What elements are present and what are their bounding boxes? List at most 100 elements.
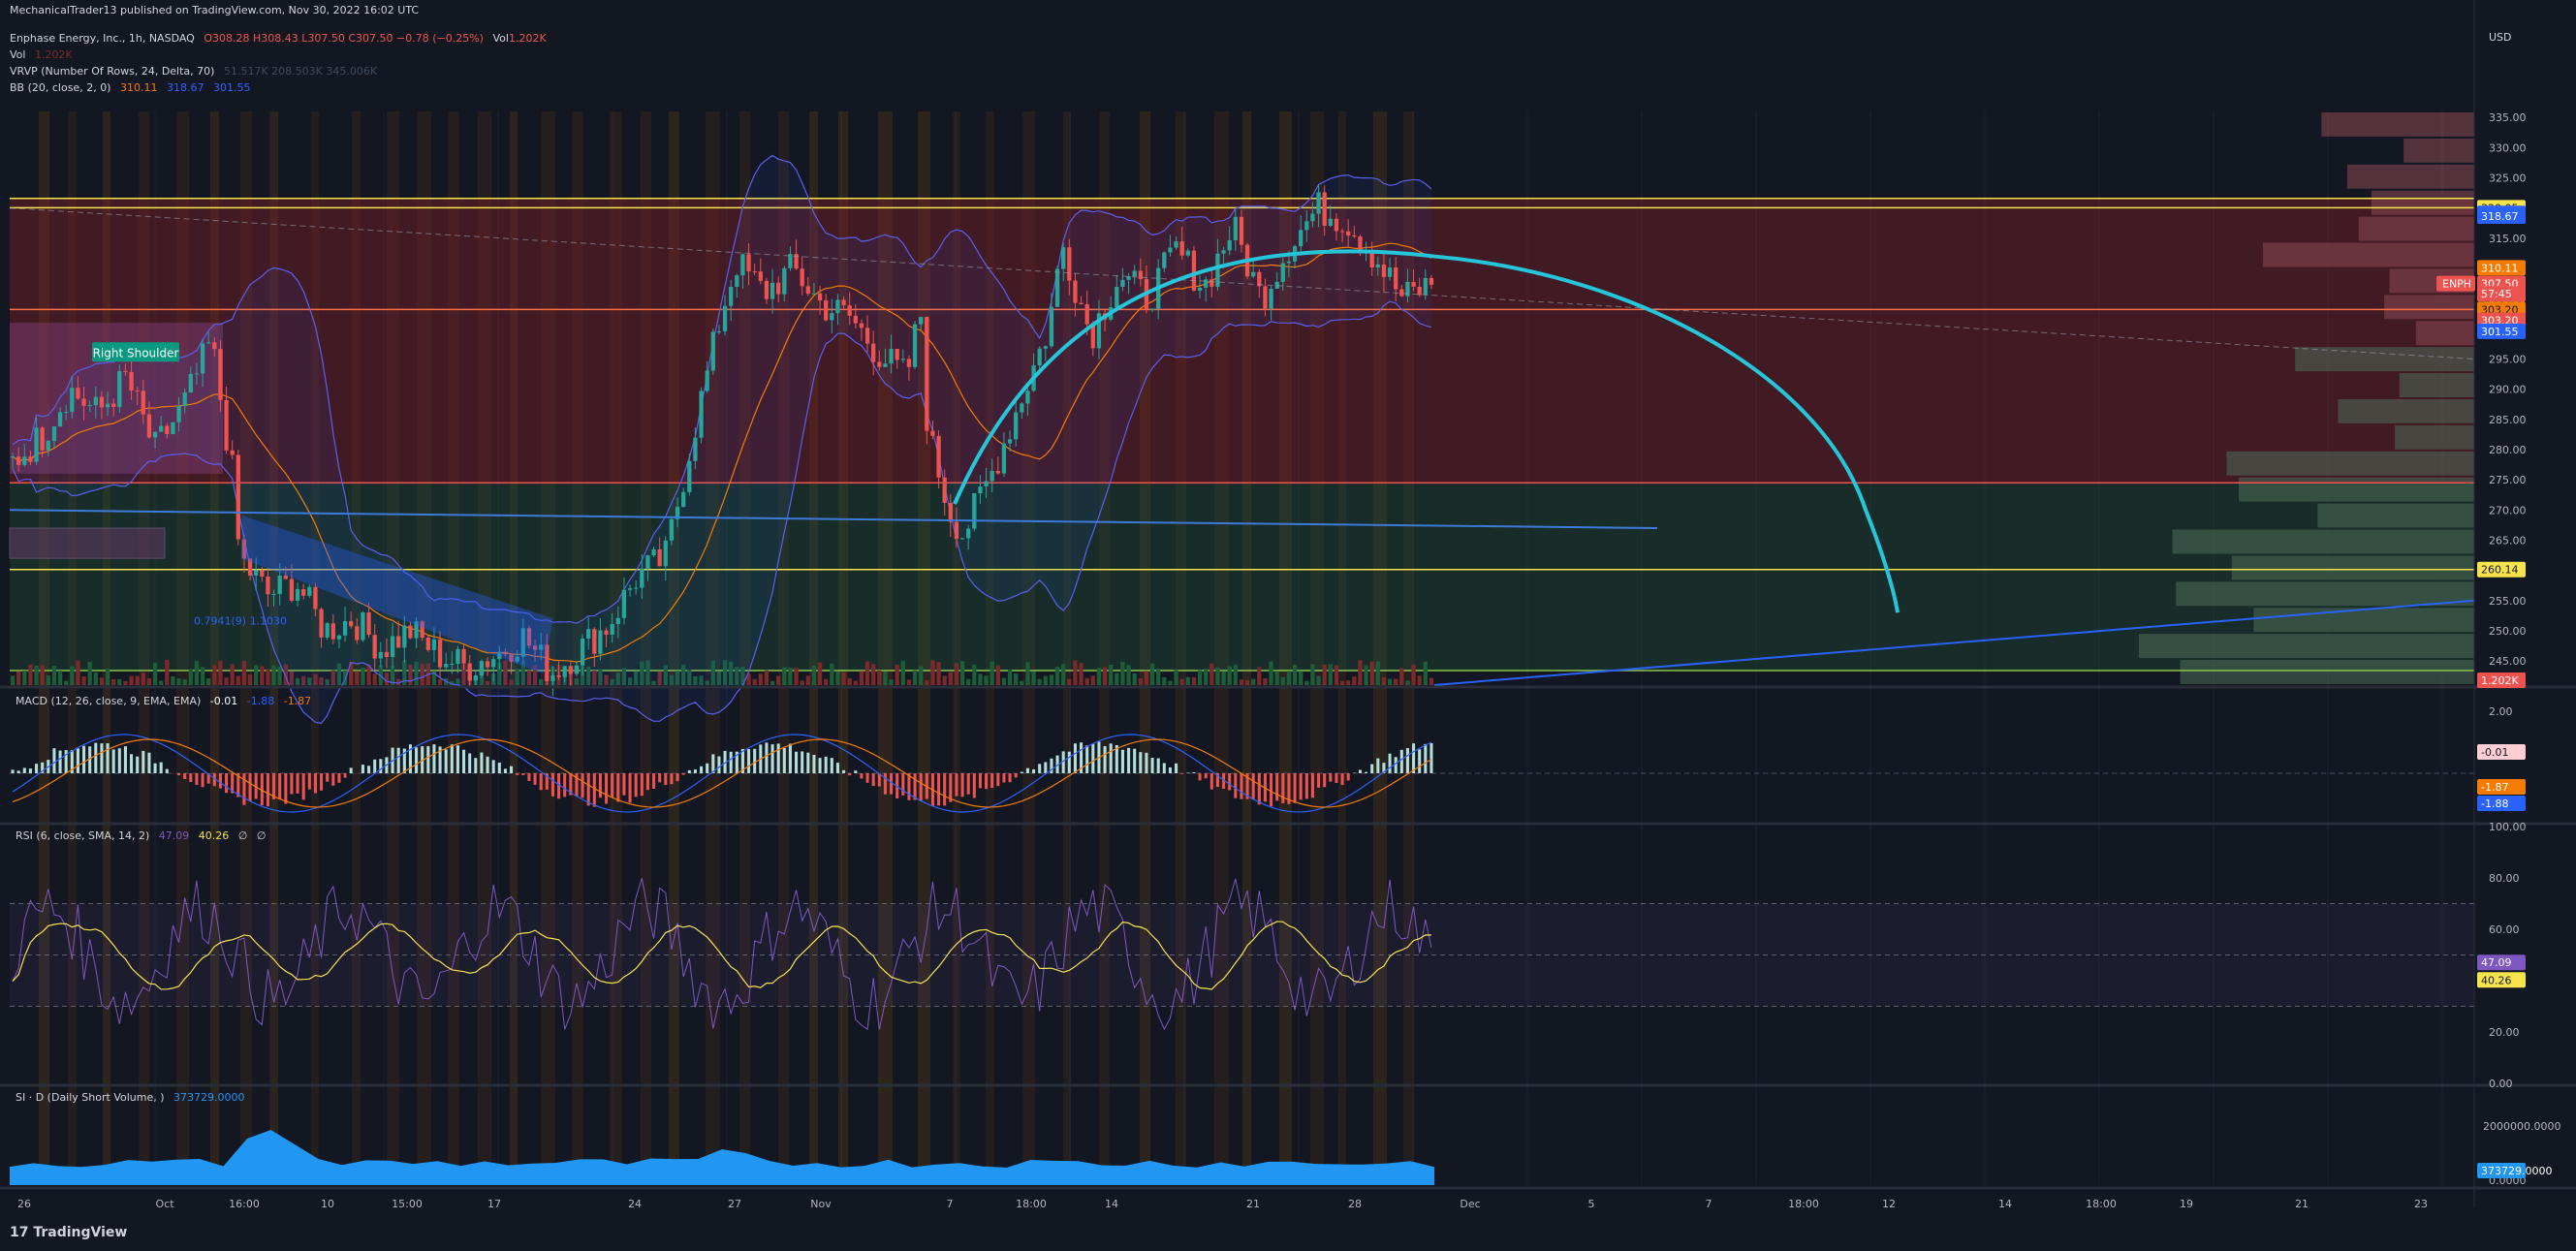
price-label-text: 318.67 [2481,210,2519,223]
candle-body [271,594,276,596]
macd-legend[interactable]: MACD (12, 26, close, 9, EMA, EMA) -0.01 … [16,695,311,707]
volume-bar [200,667,205,685]
volume-bar [1369,661,1374,685]
candle-body [1423,277,1428,296]
candle-body [372,635,377,659]
volume-bar [1149,663,1155,685]
vrvp-legend[interactable]: VRVP (Number Of Rows, 24, Delta, 70) 51.… [10,65,377,78]
profile-row [2395,424,2474,450]
candle-body [871,343,876,362]
volume-bar [1375,661,1380,685]
candle-body [1084,303,1089,325]
volume-bar [1286,671,1292,685]
candle-body [301,589,306,596]
price-tick: 315.00 [2489,233,2527,245]
time-tick: 14 [1105,1198,1118,1210]
candle-body [900,359,905,360]
candle-body [99,396,105,408]
candle-body [663,540,668,567]
volume-bar [841,672,846,685]
volume-bar [93,672,98,685]
rsi-value: 47.09 [158,829,190,842]
candle-body [995,470,1000,474]
candle-body [615,617,620,625]
bb-legend[interactable]: BB (20, close, 2, 0) 310.11 318.67 301.5… [10,81,250,94]
rsi-legend[interactable]: RSI (6, close, SMA, 14, 2) 47.09 40.26 ∅… [16,829,266,842]
volume-bar [146,678,152,685]
tv-logo-icon: 17 [10,1225,29,1240]
candle-body [200,343,205,374]
volume-bar [123,680,128,685]
rsi-tick: 60.00 [2489,923,2520,936]
candle-body [1025,391,1030,404]
volume-bar [990,661,994,685]
volume-legend[interactable]: Vol 1.202K [10,48,73,61]
si-label-text: 373729.0000 [2481,1165,2552,1177]
tradingview-logo[interactable]: 17 TradingView [10,1225,127,1240]
profile-row [2384,295,2474,320]
time-tick: 7 [947,1198,954,1210]
chart-canvas[interactable]: Right Shoulder 0.7941(9) 1.1030 USD 335.00… [0,0,2576,1251]
candle-body [129,372,134,391]
volume-bar [1405,680,1410,685]
candle-body [990,470,994,482]
time-tick: 18:00 [2086,1198,2117,1210]
volume-bar [959,661,965,685]
candle-body [1001,443,1007,474]
candle-body [1185,250,1190,256]
candle-body [93,396,98,406]
volume-bar [830,663,834,685]
volume-bar [111,678,116,685]
volume-bar [978,673,983,685]
volume-bar [1316,675,1321,685]
time-tick: Nov [810,1198,832,1210]
volume-bar [1037,678,1042,685]
candle-body [295,589,300,601]
candle-body [1417,286,1422,296]
volume-bar [966,678,971,685]
candle-body [1079,302,1084,304]
volume-bar [437,678,443,685]
volume-bar [1084,677,1089,685]
volume-bar [135,675,140,685]
rsi-tick: 80.00 [2489,872,2520,885]
candle-body [645,555,650,569]
bb-upper: 318.67 [166,81,204,94]
volume-bar [1399,668,1404,685]
candle-body [212,342,217,350]
candle-body [254,570,259,576]
candle-body [188,373,193,393]
volume-bar [81,675,86,685]
candle-body [1037,348,1042,366]
price-label-text: 1.202K [2481,674,2519,687]
volume-bar [877,670,882,685]
time-tick: 16:00 [229,1198,260,1210]
volume-bar [1073,660,1078,685]
volume-bar [853,680,858,685]
symbol-header[interactable]: Enphase Energy, Inc., 1h, NASDAQ O308.28… [10,32,547,45]
candle-body [444,664,449,668]
candle-body [770,282,775,299]
candle-body [1299,230,1304,247]
candle-body [729,287,734,306]
ohlc-values: O308.28 H308.43 L307.50 C307.50 −0.78 (−… [204,32,484,45]
candle-body [705,370,709,391]
candle-body [640,568,644,588]
symbol-badge-text: ENPH [2442,278,2471,291]
candle-body [912,324,918,367]
price-tick: 250.00 [2489,625,2527,638]
candle-body [568,666,573,674]
volume-bar [171,676,175,685]
volume-bar [22,671,27,685]
rsi-tick: 20.00 [2489,1026,2520,1039]
volume-bar [930,660,935,685]
volume-bar [277,666,282,685]
candle-body [919,317,924,325]
si-legend[interactable]: SI · D (Daily Short Volume, ) 373729.000… [16,1091,245,1104]
candle-body [782,267,787,295]
candle-body [687,460,692,492]
profile-row [2138,634,2474,659]
volume-bar [1334,665,1339,685]
candle-body [336,635,342,640]
volume-bar [889,679,894,685]
